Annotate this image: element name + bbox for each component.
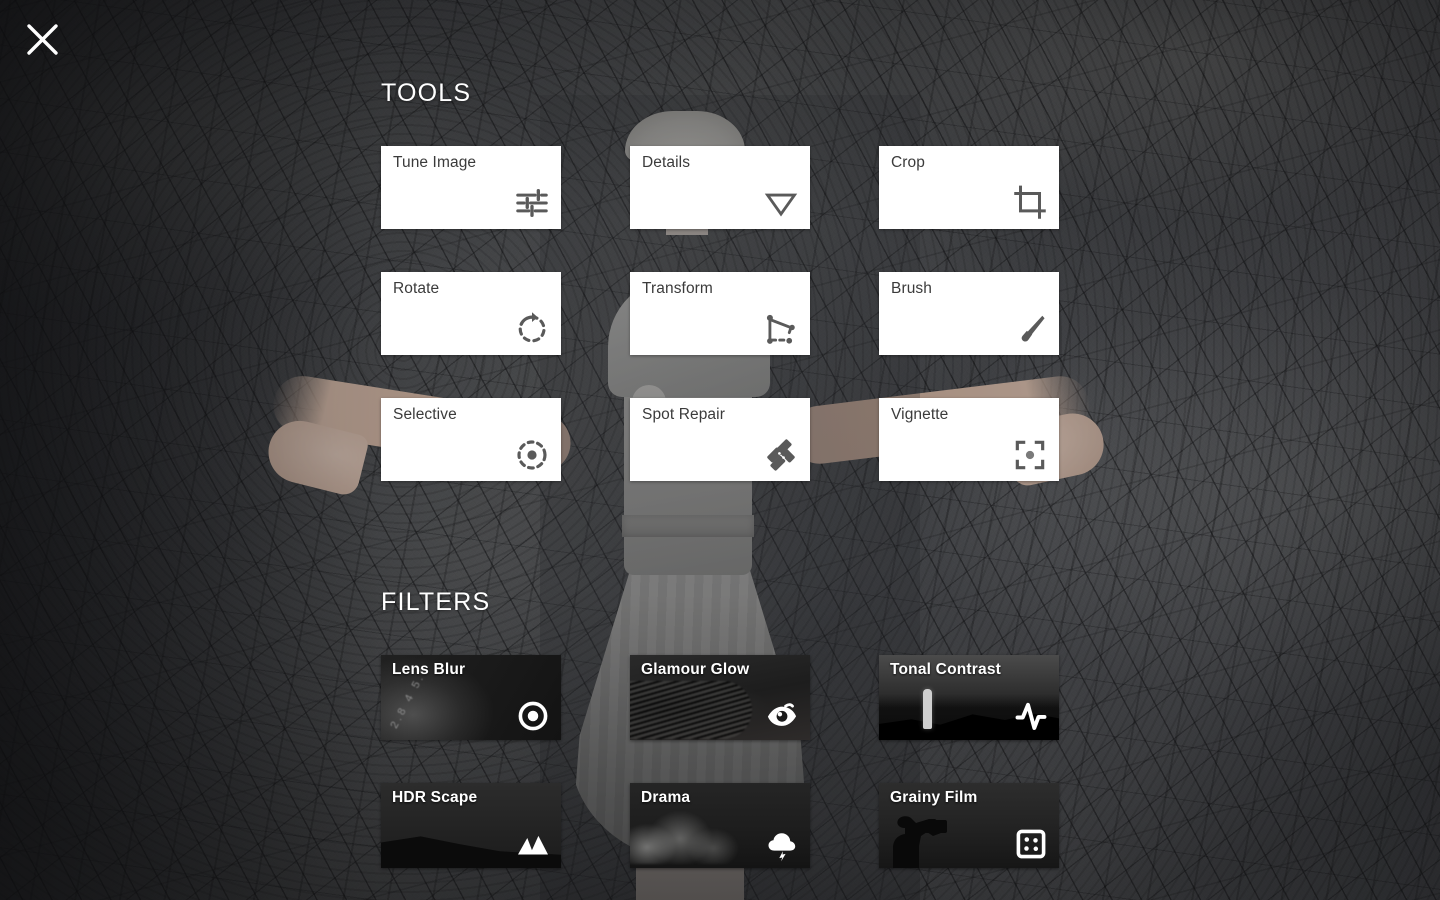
filter-label: Glamour Glow bbox=[641, 661, 750, 678]
tool-card-rotate[interactable]: Rotate bbox=[381, 272, 561, 355]
tool-card-transform[interactable]: Transform bbox=[630, 272, 810, 355]
tool-card-details[interactable]: Details bbox=[630, 146, 810, 229]
filter-card-glamour-glow[interactable]: Glamour Glow bbox=[630, 655, 810, 740]
tool-card-selective[interactable]: Selective bbox=[381, 398, 561, 481]
storm-cloud-icon bbox=[764, 826, 800, 862]
snapseed-editor-screen: TOOLS Tune Image Details Crop Rotate Tra… bbox=[0, 0, 1440, 900]
sliders-icon bbox=[513, 184, 551, 222]
filter-label: Grainy Film bbox=[890, 789, 978, 806]
triangle-down-icon bbox=[762, 184, 800, 222]
filters-section-title: FILTERS bbox=[381, 588, 491, 616]
tool-card-spot-repair[interactable]: Spot Repair bbox=[630, 398, 810, 481]
tool-label: Rotate bbox=[393, 280, 440, 297]
filter-card-grainy-film[interactable]: Grainy Film bbox=[879, 783, 1059, 868]
photographer-silhouette bbox=[893, 816, 947, 868]
filter-label: HDR Scape bbox=[392, 789, 478, 806]
tool-card-brush[interactable]: Brush bbox=[879, 272, 1059, 355]
crop-icon bbox=[1011, 184, 1049, 222]
eye-icon bbox=[764, 698, 800, 734]
bandage-icon bbox=[762, 436, 800, 474]
filter-card-drama[interactable]: Drama bbox=[630, 783, 810, 868]
tool-label: Brush bbox=[891, 280, 932, 297]
tool-label: Crop bbox=[891, 154, 925, 171]
editor-content: TOOLS Tune Image Details Crop Rotate Tra… bbox=[0, 0, 1440, 900]
tool-label: Tune Image bbox=[393, 154, 477, 171]
filter-label: Lens Blur bbox=[392, 661, 466, 678]
tool-card-tune-image[interactable]: Tune Image bbox=[381, 146, 561, 229]
transform-nodes-icon bbox=[762, 310, 800, 348]
filter-card-hdr-scape[interactable]: HDR Scape bbox=[381, 783, 561, 868]
tool-card-crop[interactable]: Crop bbox=[879, 146, 1059, 229]
selective-target-icon bbox=[513, 436, 551, 474]
mountains-icon bbox=[515, 826, 551, 862]
filter-label: Drama bbox=[641, 789, 691, 806]
tool-card-vignette[interactable]: Vignette bbox=[879, 398, 1059, 481]
tools-section-title: TOOLS bbox=[381, 79, 472, 107]
tool-label: Transform bbox=[642, 280, 713, 297]
tool-label: Details bbox=[642, 154, 691, 171]
vignette-frame-icon bbox=[1011, 436, 1049, 474]
rotate-icon bbox=[513, 310, 551, 348]
filter-card-lens-blur[interactable]: Lens Blur bbox=[381, 655, 561, 740]
filter-card-tonal-contrast[interactable]: Tonal Contrast bbox=[879, 655, 1059, 740]
paintbrush-icon bbox=[1011, 310, 1049, 348]
tool-label: Spot Repair bbox=[642, 406, 725, 423]
tools-grid: Tune Image Details Crop Rotate Transform… bbox=[381, 146, 1059, 481]
film-grain-icon bbox=[1013, 826, 1049, 862]
aperture-icon bbox=[515, 698, 551, 734]
filters-grid: Lens Blur Glamour Glow bbox=[381, 655, 1059, 868]
tool-label: Selective bbox=[393, 406, 457, 423]
waveform-icon bbox=[1013, 698, 1049, 734]
thumb-figure bbox=[923, 689, 932, 729]
filter-label: Tonal Contrast bbox=[890, 661, 1002, 678]
tool-label: Vignette bbox=[891, 406, 949, 423]
